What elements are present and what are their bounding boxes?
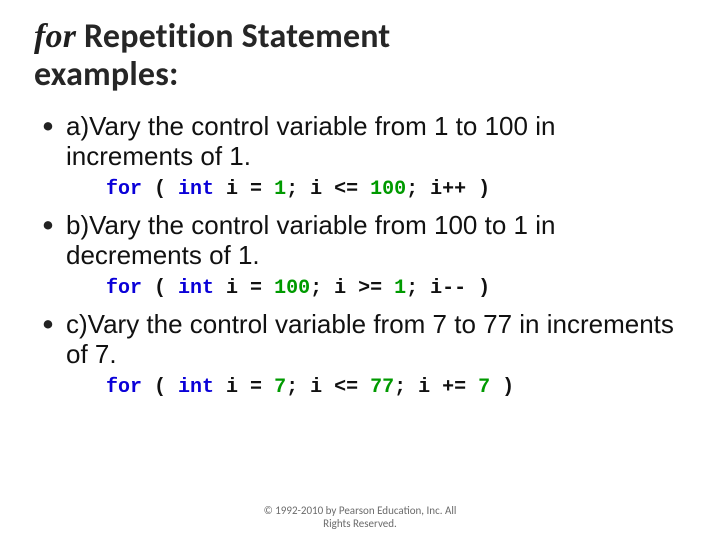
code-text: ; i += [394, 376, 478, 399]
item-desc: a)Vary the control variable from 1 to 10… [66, 112, 686, 172]
list-item: c)Vary the control variable from 7 to 77… [36, 310, 686, 399]
code-text: i = [214, 376, 274, 399]
code-text: i = [214, 277, 274, 300]
code-text: ) [490, 376, 514, 399]
item-code: for ( int i = 7; i <= 77; i += 7 ) [106, 376, 686, 399]
code-number: 1 [274, 178, 286, 201]
code-keyword: for [106, 277, 142, 300]
code-text: i = [214, 178, 274, 201]
code-keyword: int [178, 277, 214, 300]
code-text: ( [142, 376, 178, 399]
item-desc: b)Vary the control variable from 100 to … [66, 211, 686, 271]
footer-line-2: Rights Reserved. [323, 517, 397, 530]
code-number: 100 [274, 277, 310, 300]
code-text: ; i-- ) [406, 277, 490, 300]
code-number: 100 [370, 178, 406, 201]
code-keyword: for [106, 376, 142, 399]
list-item: a)Vary the control variable from 1 to 10… [36, 112, 686, 201]
code-number: 77 [370, 376, 394, 399]
code-keyword: for [106, 178, 142, 201]
footer: © 1992-2010 by Pearson Education, Inc. A… [0, 504, 720, 530]
code-text: ; i <= [286, 178, 370, 201]
title-line-2: examples: [34, 54, 179, 95]
code-keyword: int [178, 376, 214, 399]
item-code: for ( int i = 1; i <= 100; i++ ) [106, 178, 686, 201]
code-text: ( [142, 178, 178, 201]
footer-line-1: © 1992-2010 by Pearson Education, Inc. A… [264, 504, 457, 517]
item-code: for ( int i = 100; i >= 1; i-- ) [106, 277, 686, 300]
list-item: b)Vary the control variable from 100 to … [36, 211, 686, 300]
code-text: ; i >= [310, 277, 394, 300]
code-number: 7 [478, 376, 490, 399]
code-keyword: int [178, 178, 214, 201]
code-number: 1 [394, 277, 406, 300]
slide-title: for Repetition Statement examples: [34, 18, 686, 94]
code-text: ( [142, 277, 178, 300]
slide: for Repetition Statement examples: a)Var… [0, 0, 720, 540]
code-text: ; i++ ) [406, 178, 490, 201]
title-keyword: for [34, 18, 76, 55]
bullet-list: a)Vary the control variable from 1 to 10… [34, 112, 686, 398]
code-number: 7 [274, 376, 286, 399]
item-desc: c)Vary the control variable from 7 to 77… [66, 310, 686, 370]
title-rest-1: Repetition Statement [76, 16, 390, 57]
code-text: ; i <= [286, 376, 370, 399]
